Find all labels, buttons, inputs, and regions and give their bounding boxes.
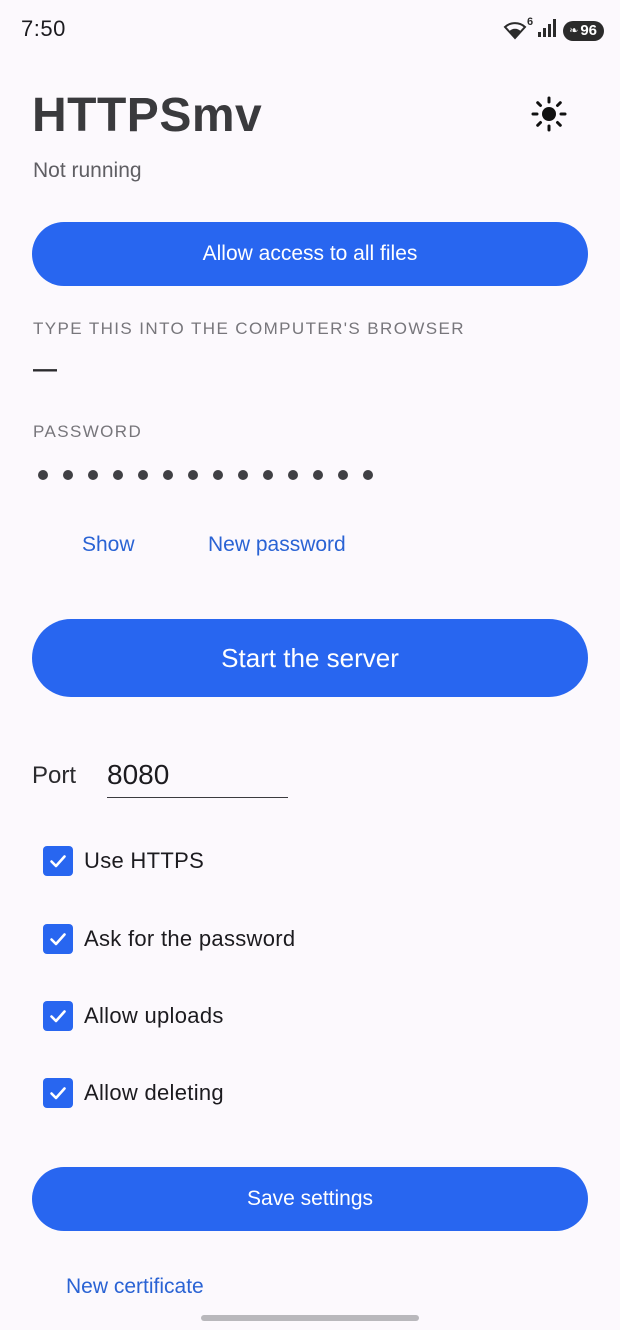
allow-access-button[interactable]: Allow access to all files [32,222,588,286]
port-field[interactable] [107,757,288,798]
new-certificate-link[interactable]: New certificate [66,1275,204,1299]
use-https-label: Use HTTPS [84,848,205,873]
status-bar: 7:50 6 ❧ 96 [0,0,620,60]
wifi-badge: 6 [526,15,534,28]
checkmark-icon [50,1087,66,1100]
save-settings-button[interactable]: Save settings [32,1167,588,1231]
server-status: Not running [33,159,142,182]
allow-access-label: Allow access to all files [202,242,418,265]
theme-toggle-button[interactable] [527,94,571,138]
app-title: HTTPSmv [32,89,263,142]
allow-deleting-label: Allow deleting [84,1080,224,1105]
password-masked [38,470,373,480]
password-dot [313,470,323,480]
password-dot [188,470,198,480]
port-label: Port [32,762,77,789]
ask-password-option[interactable]: Ask for the password [43,924,295,954]
allow-uploads-label: Allow uploads [84,1003,224,1028]
password-dot [338,470,348,480]
password-dot [288,470,298,480]
ask-password-checkbox[interactable] [43,924,73,954]
checkmark-icon [50,1010,66,1023]
password-dot [213,470,223,480]
password-dot [163,470,173,480]
password-dot [138,470,148,480]
checkmark-icon [50,933,66,946]
signal-icon [537,18,557,43]
password-dot [38,470,48,480]
password-dot [63,470,73,480]
sun-icon [531,96,567,137]
use-https-option[interactable]: Use HTTPS [43,846,204,876]
port-input[interactable] [107,757,282,793]
password-dot [113,470,123,480]
status-icons: 6 ❧ 96 [503,16,604,43]
home-indicator[interactable] [201,1315,419,1321]
password-label: PASSWORD [33,422,143,441]
start-server-label: Start the server [221,642,399,673]
status-time: 7:50 [21,16,66,41]
password-dot [238,470,248,480]
new-password-link[interactable]: New password [208,533,346,557]
battery-level: 96 [580,22,597,39]
password-dot [263,470,273,480]
checkmark-icon [50,855,66,868]
server-url: — [33,356,57,383]
battery-saver-icon: ❧ [569,25,579,37]
start-server-button[interactable]: Start the server [32,619,588,697]
wifi-icon: 6 [503,16,533,42]
allow-uploads-checkbox[interactable] [43,1001,73,1031]
use-https-checkbox[interactable] [43,846,73,876]
battery-indicator: ❧ 96 [563,20,604,41]
allow-deleting-option[interactable]: Allow deleting [43,1078,224,1108]
allow-deleting-checkbox[interactable] [43,1078,73,1108]
save-settings-label: Save settings [246,1187,374,1210]
allow-uploads-option[interactable]: Allow uploads [43,1001,224,1031]
password-dot [88,470,98,480]
ask-password-label: Ask for the password [84,926,296,951]
password-dot [363,470,373,480]
url-label: TYPE THIS INTO THE COMPUTER'S BROWSER [33,319,465,338]
show-password-link[interactable]: Show [82,533,135,557]
